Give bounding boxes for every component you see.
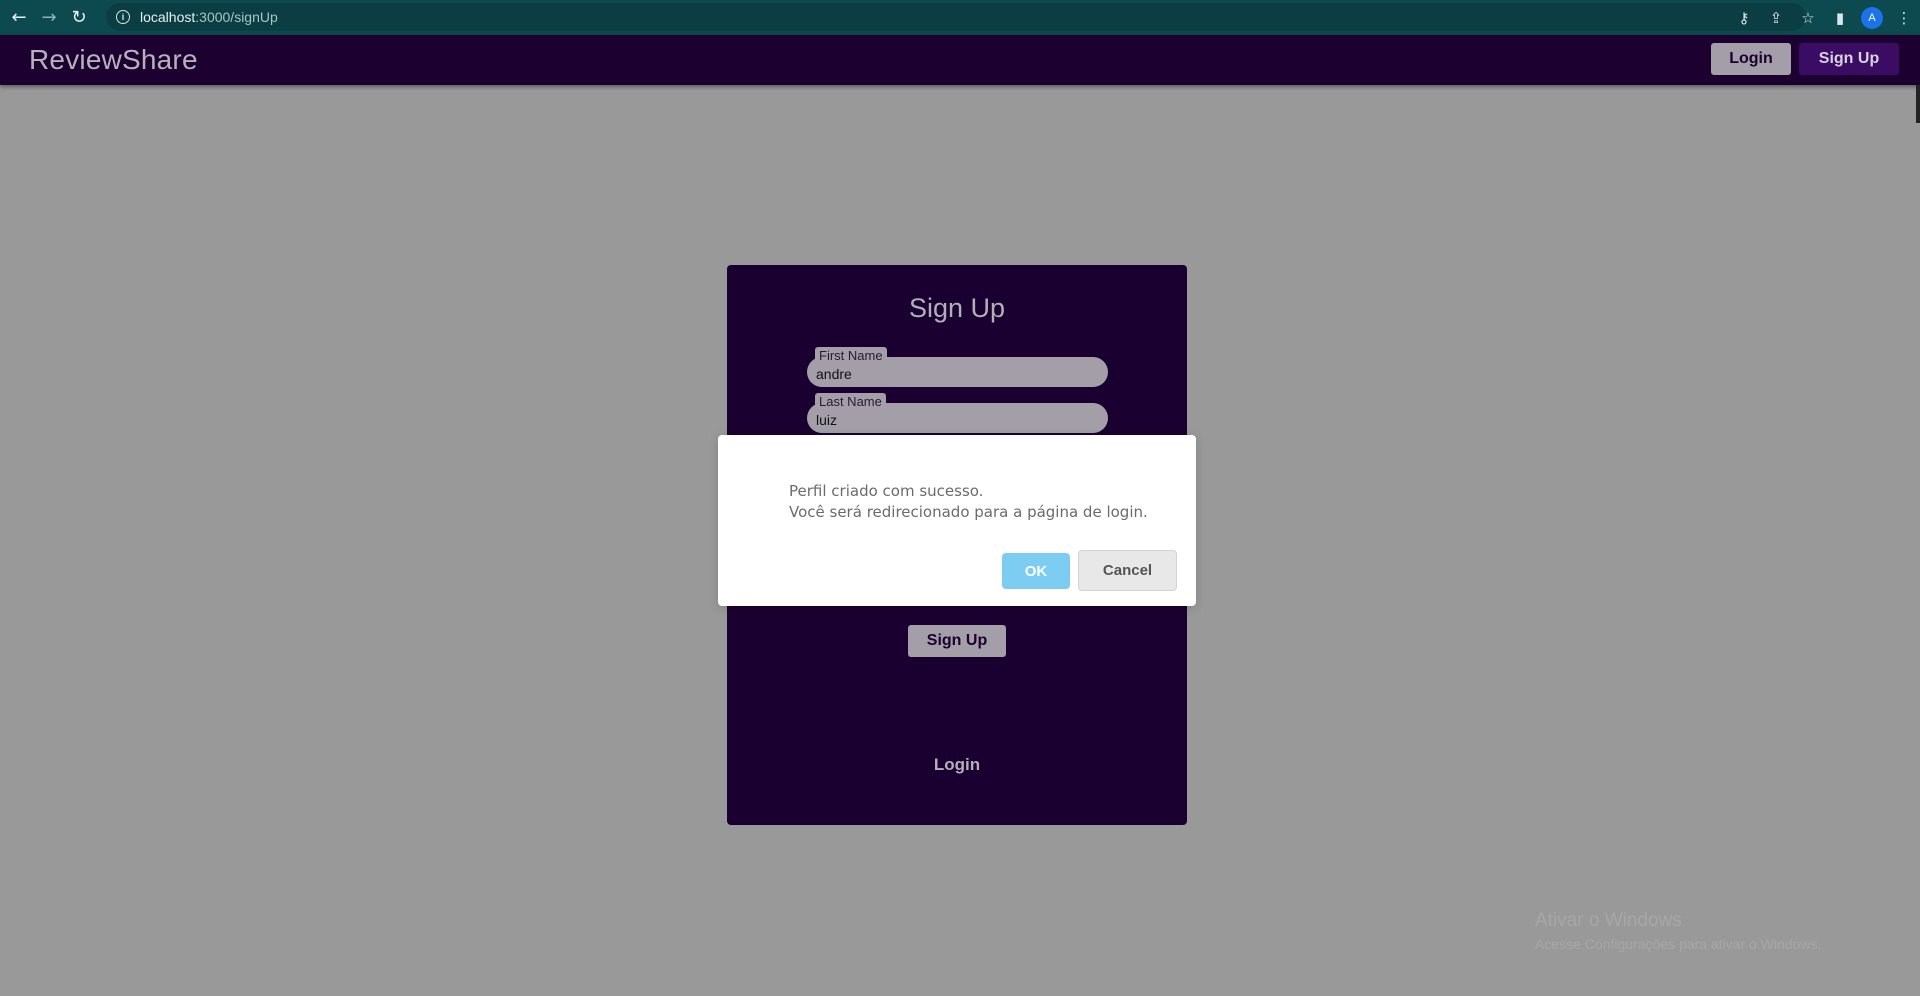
url-host: localhost [140,9,196,25]
navbar-signup-button[interactable]: Sign Up [1799,43,1899,75]
brand-logo[interactable]: ReviewShare [29,44,198,76]
sidepanel-icon[interactable]: ▮ [1824,2,1856,34]
ok-button[interactable]: OK [1002,553,1070,589]
dialog-message-line2: Você será redirecionado para a página de… [789,503,1148,521]
watermark-subtitle: Acesse Configurações para ativar o Windo… [1535,936,1822,952]
url-text[interactable]: localhost:3000/signUp [140,9,278,25]
windows-activation-watermark: Ativar o Windows Acesse Configurações pa… [1535,910,1821,952]
app-navbar: ReviewShare Login Sign Up [0,35,1920,85]
navbar-login-button[interactable]: Login [1711,43,1791,75]
dialog-message-line1: Perfil criado com sucesso. [789,482,984,500]
alert-dialog: Perfil criado com sucesso. Você será red… [718,435,1196,606]
dialog-message: Perfil criado com sucesso. Você será red… [789,481,1148,523]
profile-avatar[interactable]: A [1861,6,1883,29]
watermark-title: Ativar o Windows [1535,910,1682,931]
browser-toolbar: ← → ↻ i localhost:3000/signUp ⚷ ⇪ ☆ ▮ A … [0,0,1920,35]
share-icon[interactable]: ⇪ [1760,2,1792,34]
reload-icon[interactable]: ↻ [64,3,94,33]
star-icon[interactable]: ☆ [1792,2,1824,34]
address-bar[interactable]: i localhost:3000/signUp [106,3,1806,31]
forward-arrow-icon[interactable]: → [34,3,64,33]
url-path: :3000/signUp [195,9,278,25]
key-icon[interactable]: ⚷ [1728,2,1760,34]
info-icon[interactable]: i [116,10,130,24]
back-arrow-icon[interactable]: ← [4,3,34,33]
more-vert-icon[interactable]: ⋮ [1888,2,1920,34]
cancel-button[interactable]: Cancel [1078,550,1177,591]
